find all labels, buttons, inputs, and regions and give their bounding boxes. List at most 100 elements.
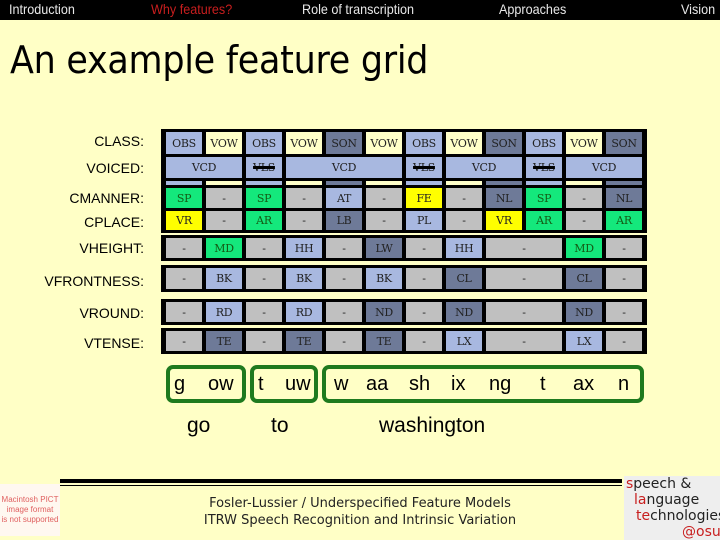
grid-cell-text: VOW	[450, 136, 478, 150]
grid-cell: CL	[566, 268, 602, 289]
grid-cell: AR	[526, 211, 562, 230]
grid-cell: -	[566, 211, 602, 230]
grid-cell-text: VOW	[370, 136, 398, 150]
grid-cell: -	[166, 302, 202, 322]
grid-cell-text: ND	[575, 305, 593, 319]
phone-label: w	[334, 373, 349, 395]
phone-label: t	[540, 373, 546, 395]
grid-cell: BK	[206, 268, 242, 289]
grid-cell-text: CL	[456, 272, 472, 285]
grid-cell-text: HH	[294, 241, 314, 255]
nav-approaches[interactable]: Approaches	[499, 1, 566, 17]
grid-cell-text: VLS	[413, 161, 435, 174]
logo-line: @osu	[682, 524, 720, 540]
grid-cell: -	[286, 188, 322, 208]
grid-cell: OBS	[526, 132, 562, 154]
grid-cell-text: -	[262, 241, 266, 255]
grid-cell: HH	[286, 238, 322, 258]
grid-cell: -	[206, 211, 242, 230]
grid-cell-text: -	[422, 334, 426, 348]
grid-cell: AR	[246, 211, 282, 230]
phone-label: ng	[489, 373, 512, 395]
row-label: VROUND:	[79, 305, 144, 321]
grid-cell: OBS	[406, 132, 442, 154]
grid-cell: AR	[606, 211, 642, 230]
phone-label: t	[258, 373, 264, 395]
grid-cell: LW	[366, 238, 402, 258]
grid-cell-text: VLS	[253, 161, 275, 174]
grid-cell-text: -	[522, 334, 526, 348]
grid-cell-text: VCD	[331, 161, 357, 174]
grid-cell-text: -	[342, 334, 346, 348]
logo-line: speech &	[626, 476, 692, 492]
grid-cell: -	[246, 238, 282, 258]
grid-cell: -	[166, 238, 202, 258]
grid-cell: PL	[406, 211, 442, 230]
phone-label: ax	[573, 373, 595, 395]
grid-cell: RD	[286, 302, 322, 322]
grid-cell: -	[486, 268, 562, 289]
grid-cell-text: VR	[496, 214, 512, 227]
grid-cell: VOW	[286, 132, 322, 154]
grid-cell: -	[366, 211, 402, 230]
logo-line: technologies	[636, 508, 720, 524]
grid-cell-text: -	[622, 272, 626, 285]
grid-cell: SP	[526, 188, 562, 208]
class-strip-cell	[526, 181, 562, 185]
nav-introduction[interactable]: Introduction	[9, 1, 75, 17]
grid-cell-text: -	[582, 191, 586, 205]
class-strip-cell	[406, 181, 442, 185]
logo-line: language	[634, 492, 700, 508]
phone-label: aa	[366, 373, 389, 395]
grid-cell-text: BK	[376, 272, 392, 285]
grid-cell: -	[606, 268, 642, 289]
grid-cell: ND	[446, 302, 482, 322]
grid-cell-text: -	[462, 191, 466, 205]
grid-cell: MD	[566, 238, 602, 258]
grid-cell: -	[326, 331, 362, 351]
nav-vision[interactable]: Vision	[681, 1, 715, 17]
nav-role-of-transcription[interactable]: Role of transcription	[302, 1, 414, 17]
grid-cell-text: -	[462, 214, 466, 227]
footer-line-2: ITRW Speech Recognition and Intrinsic Va…	[203, 513, 517, 528]
grid-cell-text: -	[382, 191, 386, 205]
grid-cell-text: SP	[176, 191, 192, 205]
row-label: VOICED:	[86, 160, 144, 176]
grid-cell-text: PL	[416, 214, 432, 227]
grid-cell: -	[406, 238, 442, 258]
grid-cell-text: -	[222, 191, 226, 205]
grid-cell: RD	[206, 302, 242, 322]
class-strip-cell	[326, 181, 362, 185]
grid-cell: VOW	[206, 132, 242, 154]
row-label: VTENSE:	[84, 335, 144, 351]
nav-why-features[interactable]: Why features?	[151, 1, 232, 17]
grid-cell: VR	[486, 211, 522, 230]
grid-cell: VLS	[246, 157, 282, 178]
grid-cell: MD	[206, 238, 242, 258]
grid-cell-text: TE	[216, 334, 232, 348]
grid-cell-text: NL	[495, 191, 513, 205]
grid-cell-text: LB	[336, 214, 352, 227]
grid-cell: -	[406, 268, 442, 289]
class-strip-cell	[366, 181, 402, 185]
grid-cell: -	[326, 268, 362, 289]
grid-cell-text: -	[262, 334, 266, 348]
grid-cell: TE	[286, 331, 322, 351]
grid-cell-text: SON	[611, 136, 637, 150]
slt-osu-logo: speech & language technologies @osu	[624, 476, 720, 540]
grid-cell-text: -	[182, 334, 186, 348]
footer-line-1: Fosler-Lussier / Underspecified Feature …	[209, 496, 511, 511]
grid-cell: VCD	[286, 157, 402, 178]
phone-label: sh	[409, 373, 431, 395]
grid-cell-text: -	[302, 191, 306, 205]
grid-cell: -	[486, 238, 562, 258]
grid-cell-text: OBS	[532, 136, 556, 150]
pict-text: Macintosh PICT	[1, 495, 59, 504]
grid-cell: -	[406, 331, 442, 351]
row-label: CLASS:	[94, 133, 144, 149]
grid-cell: -	[286, 211, 322, 230]
grid-cell: -	[606, 331, 642, 351]
grid-cell-text: OBS	[412, 136, 436, 150]
grid-cell-text: MD	[214, 241, 234, 255]
row-label: CMANNER:	[69, 190, 144, 206]
